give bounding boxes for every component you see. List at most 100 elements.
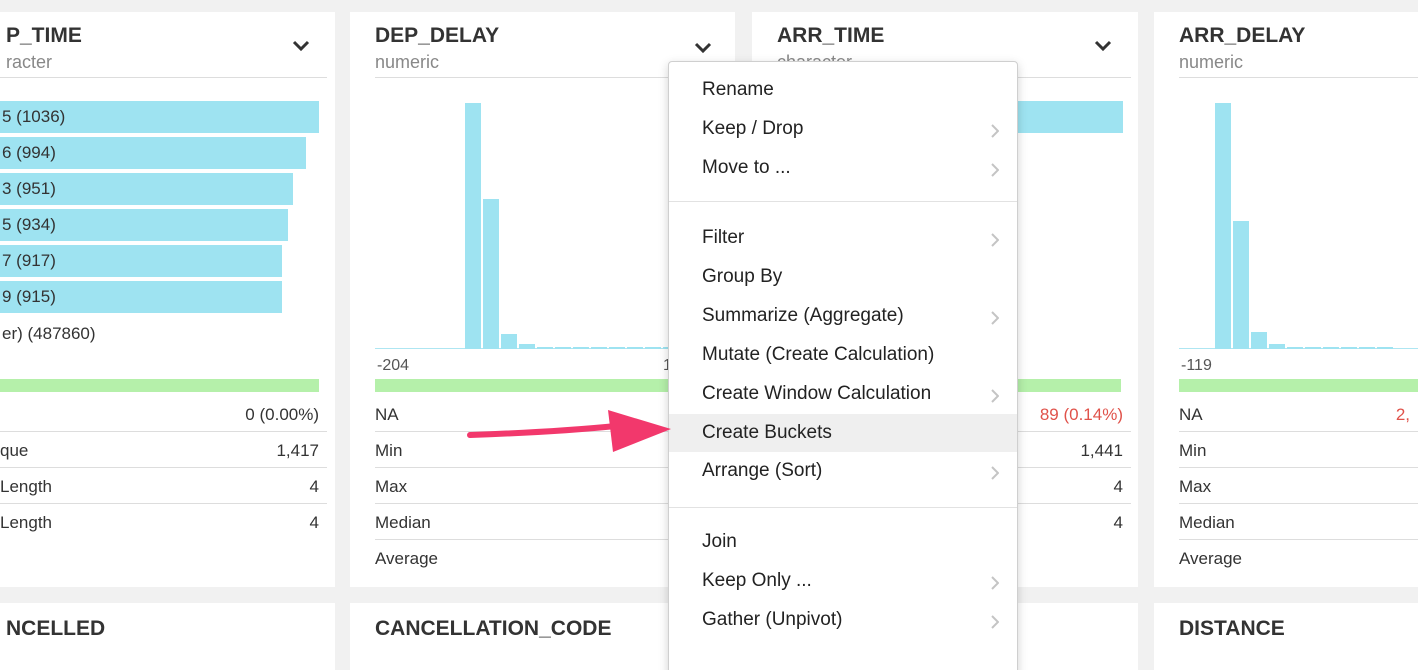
menu-item-arrange-sort[interactable]: Arrange (Sort) (669, 452, 1017, 490)
stat-key: Length (0, 477, 52, 496)
menu-item-group-by[interactable]: Group By (669, 258, 1017, 296)
header-divider (1179, 77, 1418, 78)
stat-key: Max (375, 477, 408, 496)
menu-item-create-window-calculation[interactable]: Create Window Calculation (669, 375, 1017, 413)
menu-item-keep-only[interactable]: Keep Only ... (669, 562, 1017, 600)
histogram-bar[interactable] (591, 347, 607, 349)
histogram-bar[interactable] (465, 103, 481, 349)
value-bar-label: 6 (994) (2, 143, 56, 162)
chevron-down-icon[interactable] (692, 37, 714, 59)
stat-value: 2, (1395, 405, 1410, 424)
stat-row: Min (1179, 433, 1418, 468)
stat-row: Average (1179, 541, 1418, 576)
histogram-bar[interactable] (1359, 347, 1375, 349)
chevron-right-icon (991, 231, 1000, 247)
column-type: racter (6, 52, 53, 72)
stat-row: NA 2, (1179, 397, 1418, 432)
chevron-right-icon (991, 122, 1000, 138)
chevron-right-icon (991, 387, 1000, 403)
value-bar-label: 3 (951) (2, 179, 56, 198)
chevron-right-icon (991, 613, 1000, 629)
menu-item-label: Keep / Drop (702, 118, 804, 139)
value-bar-label: 7 (917) (2, 251, 56, 270)
histogram-bar[interactable] (1305, 347, 1321, 349)
histogram-bar[interactable] (1269, 344, 1285, 349)
menu-item-label: Mutate (Create Calculation) (702, 344, 935, 365)
menu-separator (669, 201, 1017, 202)
chevron-down-icon[interactable] (290, 35, 312, 57)
axis-min-label: -119 (1181, 357, 1212, 374)
value-bar-label: 5 (934) (2, 215, 56, 234)
menu-item-label: Filter (702, 227, 745, 248)
menu-item-keep-drop[interactable]: Keep / Drop (669, 110, 1017, 148)
chevron-right-icon (991, 464, 1000, 480)
menu-item-label: Join (702, 531, 737, 552)
menu-item-filter[interactable]: Filter (669, 219, 1017, 257)
stat-key: NA (1179, 405, 1203, 424)
column-card-arr-delay: ARR_DELAY numeric -119 NA 2, Min Max Median A… (1154, 12, 1418, 587)
stat-value: 4 (309, 477, 319, 496)
histogram-bar[interactable] (573, 347, 589, 349)
menu-item-label: Rename (702, 79, 774, 100)
arrow-icon (467, 410, 671, 452)
histogram-bar[interactable] (537, 347, 553, 349)
stat-key: Median (375, 513, 431, 532)
chevron-right-icon (991, 309, 1000, 325)
chevron-right-icon (991, 574, 1000, 590)
menu-item-create-buckets[interactable]: Create Buckets (669, 414, 1017, 452)
stat-key: Max (1179, 477, 1212, 496)
stat-value: 4 (309, 513, 319, 532)
stat-value: 89 (0.14%) (1039, 405, 1123, 424)
stat-row: Max (1179, 469, 1418, 504)
histogram-bar[interactable] (501, 334, 517, 349)
stat-row: Length 4 (0, 469, 327, 504)
menu-item-move-to[interactable]: Move to ... (669, 149, 1017, 187)
menu-item-summarize-aggregate[interactable]: Summarize (Aggregate) (669, 297, 1017, 335)
stat-key: Average (1179, 549, 1243, 568)
stat-key: que (0, 441, 29, 460)
column-type: numeric (1179, 52, 1244, 72)
menu-item-label: Create Window Calculation (702, 383, 932, 404)
menu-item-gather-unpivot[interactable]: Gather (Unpivot) (669, 601, 1017, 639)
menu-separator (669, 507, 1017, 508)
header-divider (0, 77, 327, 78)
stat-value: 1,441 (1080, 441, 1123, 460)
histogram-bar[interactable] (1341, 347, 1357, 349)
histogram-bar[interactable] (1233, 221, 1249, 349)
chevron-down-icon[interactable] (1092, 35, 1114, 57)
histogram-bar[interactable] (609, 347, 625, 349)
histogram-bar[interactable] (519, 344, 535, 349)
column-card-distance: DISTANCE (1154, 603, 1418, 670)
menu-item-rename[interactable]: Rename (669, 71, 1017, 109)
other-values-label: er) (487860) (2, 324, 96, 343)
stat-key: Min (375, 441, 403, 460)
column-context-menu: Rename Keep / Drop Move to ... Filter Group … (668, 61, 1018, 670)
column-type: numeric (375, 52, 440, 72)
stat-value: 4 (1113, 513, 1123, 532)
stat-value: 4 (1113, 477, 1123, 496)
histogram-bar[interactable] (1323, 347, 1339, 349)
stat-row: 0 (0.00%) (0, 397, 327, 432)
menu-item-mutate-create-calculation[interactable]: Mutate (Create Calculation) (669, 336, 1017, 374)
column-title: ARR_TIME (777, 24, 885, 47)
stat-key: NA (375, 405, 399, 424)
histogram-bar[interactable] (1287, 347, 1303, 349)
histogram-bar[interactable] (1215, 103, 1231, 349)
menu-item-label: Arrange (Sort) (702, 460, 823, 481)
menu-item-join[interactable]: Join (669, 523, 1017, 561)
menu-item-label: Keep Only ... (702, 570, 812, 591)
stat-key: Average (375, 549, 439, 568)
histogram-bar[interactable] (1251, 332, 1267, 349)
column-card-cancelled: NCELLED (0, 603, 335, 670)
column-title: ARR_DELAY (1179, 24, 1306, 47)
stat-row: que 1,417 (0, 433, 327, 468)
histogram-bar[interactable] (555, 347, 571, 349)
histogram-bar[interactable] (645, 347, 661, 349)
axis-min-label: -204 (377, 357, 410, 374)
histogram-bar[interactable] (627, 347, 643, 349)
column-title: NCELLED (6, 617, 106, 640)
histogram-bar[interactable] (483, 199, 499, 349)
menu-item-label: Summarize (Aggregate) (702, 305, 904, 326)
histogram-bar[interactable] (1377, 347, 1393, 349)
menu-item-label: Create Buckets (702, 422, 832, 443)
